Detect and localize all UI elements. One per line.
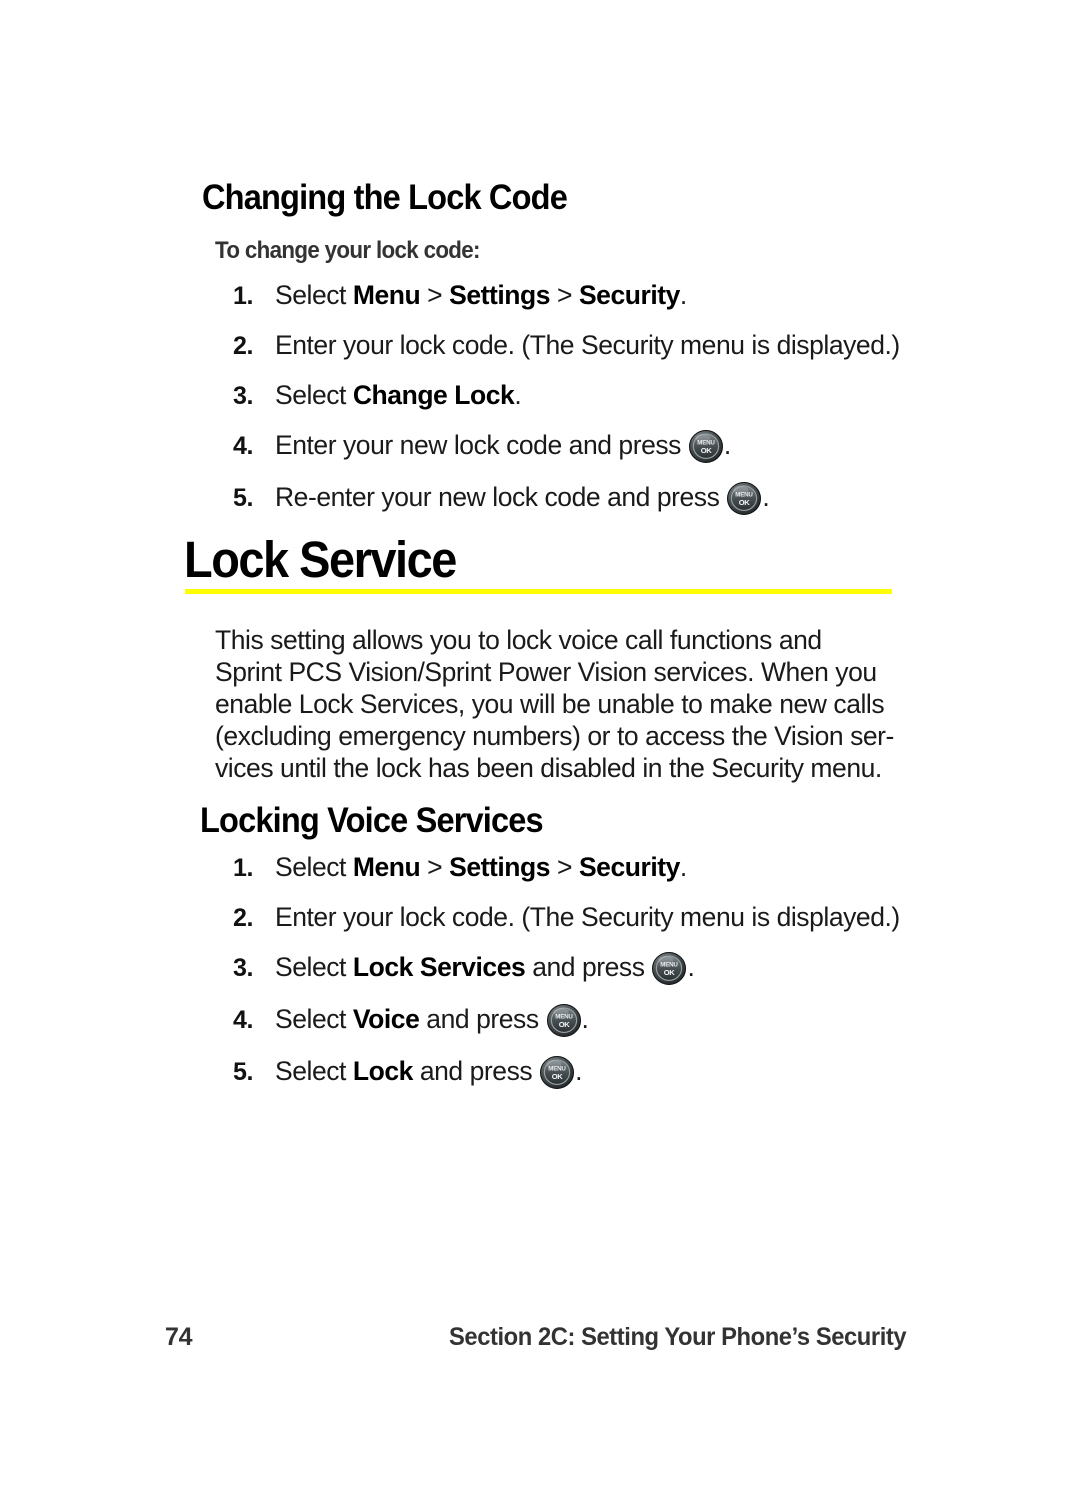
steps-list-locking-voice-services: 1. Select Menu > Settings > Security. 2. En… (233, 852, 933, 1089)
list-item-text: Select Menu > Settings > Security. (275, 280, 687, 310)
emphasis-text: Security (578, 280, 680, 310)
paragraph-lock-service-description: This setting allows you to lock voice ca… (215, 624, 905, 784)
list-item-text: Select Change Lock. (275, 380, 522, 410)
menu-ok-key-icon: MENU OK (652, 952, 687, 985)
footer-section-title: Section 2C: Setting Your Phone’s Securit… (449, 1323, 907, 1351)
svg-text:OK: OK (664, 968, 675, 977)
list-item: 5. Re-enter your new lock code and press … (233, 482, 933, 515)
emphasis-text: Menu (352, 280, 421, 310)
paragraph-line: enable Lock Services, you will be unable… (215, 689, 885, 719)
menu-ok-key-icon: MENU OK (546, 1004, 581, 1037)
accent-rule (185, 589, 892, 594)
list-item-text: Enter your new lock code and press MENU O… (275, 430, 731, 463)
list-item-number: 2. (233, 904, 253, 932)
list-item: 3. Select Change Lock. (233, 380, 933, 411)
svg-text:OK: OK (701, 446, 712, 455)
heading-lock-service: Lock Service (184, 531, 457, 588)
list-item: 4. Select Voice and press MENU OK. (233, 1004, 933, 1037)
list-item-text: Select Lock and press MENU OK. (275, 1056, 582, 1089)
list-item-number: 1. (233, 854, 253, 882)
list-item-number: 4. (233, 1006, 253, 1034)
heading-changing-the-lock-code: Changing the Lock Code (202, 178, 568, 217)
list-item-text: Enter your lock code. (The Security menu… (275, 902, 900, 932)
list-item-number: 2. (233, 332, 253, 360)
emphasis-text: Settings (449, 280, 551, 310)
svg-text:OK: OK (739, 498, 750, 507)
subheading-to-change-your-lock-code: To change your lock code: (215, 237, 480, 264)
list-item: 1. Select Menu > Settings > Security. (233, 280, 933, 311)
paragraph-line: This setting allows you to lock voice ca… (215, 625, 822, 655)
emphasis-text: Security (578, 852, 680, 882)
footer-page-number: 74 (165, 1323, 193, 1351)
list-item: 3. Select Lock Services and press MENU OK. (233, 952, 933, 985)
document-page: Changing the Lock Code To change your lo… (0, 0, 1080, 1512)
svg-text:OK: OK (558, 1020, 569, 1029)
list-item-number: 4. (233, 432, 253, 460)
list-item-text: Select Lock Services and press MENU OK. (275, 952, 695, 985)
list-item-text: Select Voice and press MENU OK. (275, 1004, 589, 1037)
paragraph-line: vices until the lock has been disabled i… (215, 753, 882, 783)
menu-ok-key-icon: MENU OK (688, 430, 723, 463)
list-item-number: 5. (233, 484, 253, 512)
emphasis-text: Lock (352, 1056, 414, 1086)
emphasis-text: Settings (449, 852, 551, 882)
list-item: 2. Enter your lock code. (The Security me… (233, 902, 933, 933)
emphasis-text: Voice (352, 1004, 420, 1034)
menu-ok-key-icon: MENU OK (727, 482, 762, 515)
list-item: 5. Select Lock and press MENU OK. (233, 1056, 933, 1089)
list-item: 1. Select Menu > Settings > Security. (233, 852, 933, 883)
list-item: 4. Enter your new lock code and press MEN… (233, 430, 933, 463)
svg-text:OK: OK (552, 1072, 563, 1081)
list-item: 2. Enter your lock code. (The Security me… (233, 330, 933, 361)
emphasis-text: Lock Services (352, 952, 526, 982)
list-item-text: Enter your lock code. (The Security menu… (275, 330, 900, 360)
menu-ok-key-icon: MENU OK (540, 1056, 575, 1089)
emphasis-text: Menu (352, 852, 421, 882)
list-item-text: Re-enter your new lock code and press ME… (275, 482, 770, 515)
list-item-number: 3. (233, 954, 253, 982)
list-item-text: Select Menu > Settings > Security. (275, 852, 687, 882)
heading-locking-voice-services: Locking Voice Services (200, 801, 544, 840)
steps-list-change-lock-code: 1. Select Menu > Settings > Security. 2. En… (233, 280, 933, 515)
list-item-number: 3. (233, 382, 253, 410)
paragraph-line: (excluding emergency numbers) or to acce… (215, 721, 894, 751)
emphasis-text: Change Lock (352, 380, 515, 410)
list-item-number: 1. (233, 282, 253, 310)
paragraph-line: Sprint PCS Vision/Sprint Power Vision se… (215, 657, 877, 687)
list-item-number: 5. (233, 1058, 253, 1086)
